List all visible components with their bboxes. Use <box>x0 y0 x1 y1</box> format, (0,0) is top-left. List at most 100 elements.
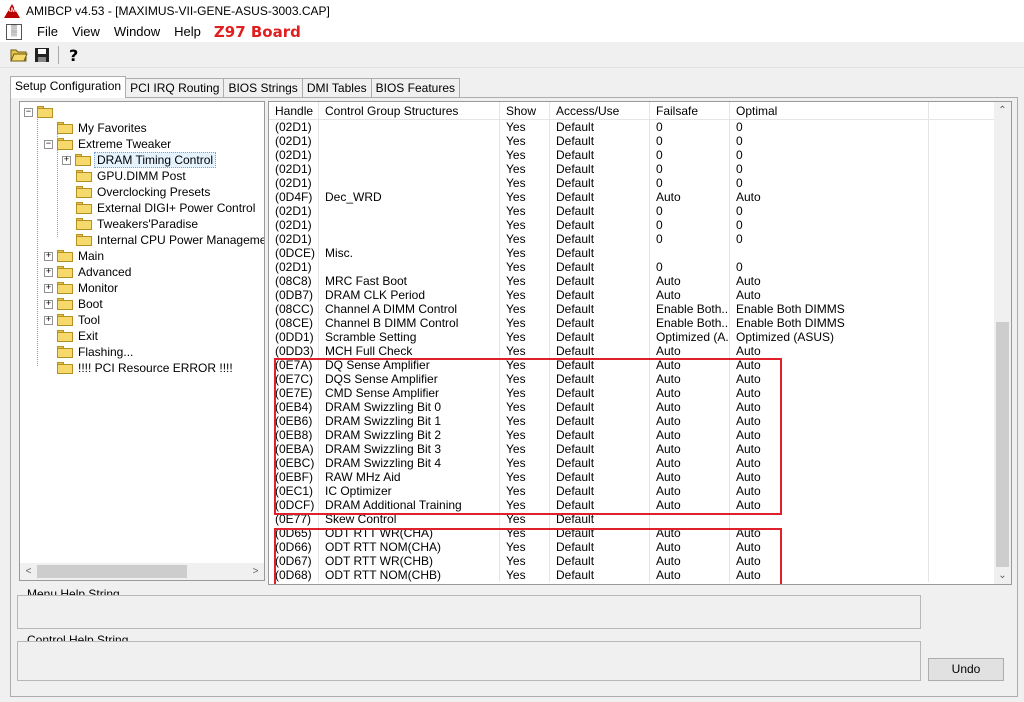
cell-optimal[interactable]: Auto <box>730 190 929 204</box>
cell-failsafe[interactable] <box>650 246 730 260</box>
table-row[interactable]: (02D1) Yes Default 0 0 <box>269 176 994 190</box>
grid-vertical-scrollbar[interactable]: ⌃ ⌄ <box>994 102 1011 584</box>
cell-failsafe[interactable]: 0 <box>650 204 730 218</box>
cell-control-group[interactable] <box>319 204 500 218</box>
cell-handle[interactable]: (02D1) <box>269 162 319 176</box>
menu-help[interactable]: Help <box>167 22 208 42</box>
cell-show[interactable]: Yes <box>500 260 550 274</box>
tree-item-tweakers-paradise[interactable]: Tweakers'Paradise <box>76 216 200 232</box>
cell-handle[interactable]: (02D1) <box>269 120 319 134</box>
column-optimal[interactable]: Optimal <box>730 102 929 120</box>
column-access-use[interactable]: Access/Use <box>550 102 650 120</box>
cell-access-use[interactable]: Default <box>550 274 650 288</box>
tree-horizontal-scrollbar[interactable]: < > <box>20 563 264 580</box>
cell-show[interactable]: Yes <box>500 330 550 344</box>
table-row[interactable]: (0D4F) Dec_WRD Yes Default Auto Auto <box>269 190 994 204</box>
cell-failsafe[interactable]: 0 <box>650 176 730 190</box>
expand-icon[interactable]: + <box>44 283 53 293</box>
expand-icon[interactable]: + <box>62 155 71 165</box>
cell-show[interactable]: Yes <box>500 344 550 358</box>
cell-failsafe[interactable]: Auto <box>650 190 730 204</box>
scroll-down-icon[interactable]: ⌄ <box>994 567 1011 584</box>
cell-access-use[interactable]: Default <box>550 260 650 274</box>
tree-item-overclocking-presets[interactable]: Overclocking Presets <box>76 184 212 200</box>
scroll-thumb[interactable] <box>996 322 1009 567</box>
cell-show[interactable]: Yes <box>500 316 550 330</box>
cell-access-use[interactable]: Default <box>550 232 650 246</box>
cell-optimal[interactable]: Auto <box>730 274 929 288</box>
cell-failsafe[interactable]: Auto <box>650 344 730 358</box>
cell-show[interactable]: Yes <box>500 190 550 204</box>
save-icon[interactable] <box>31 44 53 66</box>
cell-access-use[interactable]: Default <box>550 302 650 316</box>
cell-control-group[interactable] <box>319 162 500 176</box>
tree-item-gpu-dimm-post[interactable]: GPU.DIMM Post <box>76 168 188 184</box>
tab-bios-features[interactable]: BIOS Features <box>370 78 460 98</box>
cell-failsafe[interactable]: Enable Both... <box>650 302 730 316</box>
cell-control-group[interactable] <box>319 176 500 190</box>
cell-control-group[interactable]: Dec_WRD <box>319 190 500 204</box>
cell-optimal[interactable]: 0 <box>730 120 929 134</box>
cell-access-use[interactable]: Default <box>550 330 650 344</box>
cell-show[interactable]: Yes <box>500 274 550 288</box>
table-row[interactable]: (0DD3) MCH Full Check Yes Default Auto Auto <box>269 344 994 358</box>
cell-failsafe[interactable]: Optimized (A... <box>650 330 730 344</box>
menu-window[interactable]: Window <box>107 22 167 42</box>
table-row[interactable]: (02D1) Yes Default 0 0 <box>269 232 994 246</box>
cell-control-group[interactable]: MCH Full Check <box>319 344 500 358</box>
cell-handle[interactable]: (02D1) <box>269 204 319 218</box>
table-row[interactable]: (0DCE) Misc. Yes Default <box>269 246 994 260</box>
table-row[interactable]: (02D1) Yes Default 0 0 <box>269 204 994 218</box>
cell-control-group[interactable] <box>319 218 500 232</box>
cell-handle[interactable]: (0DCE) <box>269 246 319 260</box>
table-row[interactable]: (02D1) Yes Default 0 0 <box>269 148 994 162</box>
table-row[interactable]: (02D1) Yes Default 0 0 <box>269 260 994 274</box>
cell-optimal[interactable]: Optimized (ASUS) <box>730 330 929 344</box>
table-row[interactable]: (08CC) Channel A DIMM Control Yes Default En… <box>269 302 994 316</box>
cell-control-group[interactable]: Misc. <box>319 246 500 260</box>
cell-handle[interactable]: (0DD1) <box>269 330 319 344</box>
column-show[interactable]: Show <box>500 102 550 120</box>
expand-icon[interactable]: + <box>44 267 53 277</box>
collapse-icon[interactable]: − <box>24 107 33 117</box>
table-row[interactable]: (02D1) Yes Default 0 0 <box>269 120 994 134</box>
menu-tree[interactable]: − My Favorites − Extreme Tweaker + DRAM Ti… <box>19 101 265 581</box>
cell-access-use[interactable]: Default <box>550 246 650 260</box>
cell-failsafe[interactable]: 0 <box>650 148 730 162</box>
cell-failsafe[interactable]: 0 <box>650 120 730 134</box>
cell-control-group[interactable]: Scramble Setting <box>319 330 500 344</box>
cell-failsafe[interactable]: 0 <box>650 162 730 176</box>
cell-optimal[interactable]: 0 <box>730 232 929 246</box>
cell-optimal[interactable]: Auto <box>730 344 929 358</box>
cell-optimal[interactable]: 0 <box>730 148 929 162</box>
cell-show[interactable]: Yes <box>500 246 550 260</box>
open-folder-icon[interactable] <box>8 44 30 66</box>
cell-show[interactable]: Yes <box>500 176 550 190</box>
cell-failsafe[interactable]: Auto <box>650 274 730 288</box>
document-icon[interactable]: ▒▒ ▒▒ <box>6 24 22 40</box>
cell-show[interactable]: Yes <box>500 134 550 148</box>
cell-access-use[interactable]: Default <box>550 162 650 176</box>
cell-show[interactable]: Yes <box>500 288 550 302</box>
cell-failsafe[interactable]: 0 <box>650 260 730 274</box>
tree-item-boot[interactable]: + Boot <box>44 296 105 312</box>
cell-handle[interactable]: (02D1) <box>269 176 319 190</box>
cell-show[interactable]: Yes <box>500 120 550 134</box>
tree-item-exit[interactable]: Exit <box>57 328 100 344</box>
table-row[interactable]: (02D1) Yes Default 0 0 <box>269 134 994 148</box>
cell-access-use[interactable]: Default <box>550 204 650 218</box>
tree-item-internal-cpu-power[interactable]: Internal CPU Power Management <box>76 232 264 248</box>
expand-icon[interactable]: + <box>44 315 53 325</box>
cell-show[interactable]: Yes <box>500 148 550 162</box>
tab-pci-irq-routing[interactable]: PCI IRQ Routing <box>125 78 225 98</box>
cell-control-group[interactable] <box>319 148 500 162</box>
cell-show[interactable]: Yes <box>500 204 550 218</box>
cell-show[interactable]: Yes <box>500 302 550 316</box>
table-row[interactable]: (0DB7) DRAM CLK Period Yes Default Auto Auto <box>269 288 994 302</box>
tree-item-external-digi-power[interactable]: External DIGI+ Power Control <box>76 200 257 216</box>
table-row[interactable]: (08C8) MRC Fast Boot Yes Default Auto Auto <box>269 274 994 288</box>
cell-handle[interactable]: (08C8) <box>269 274 319 288</box>
cell-handle[interactable]: (0D4F) <box>269 190 319 204</box>
cell-access-use[interactable]: Default <box>550 120 650 134</box>
expand-icon[interactable]: + <box>44 299 53 309</box>
